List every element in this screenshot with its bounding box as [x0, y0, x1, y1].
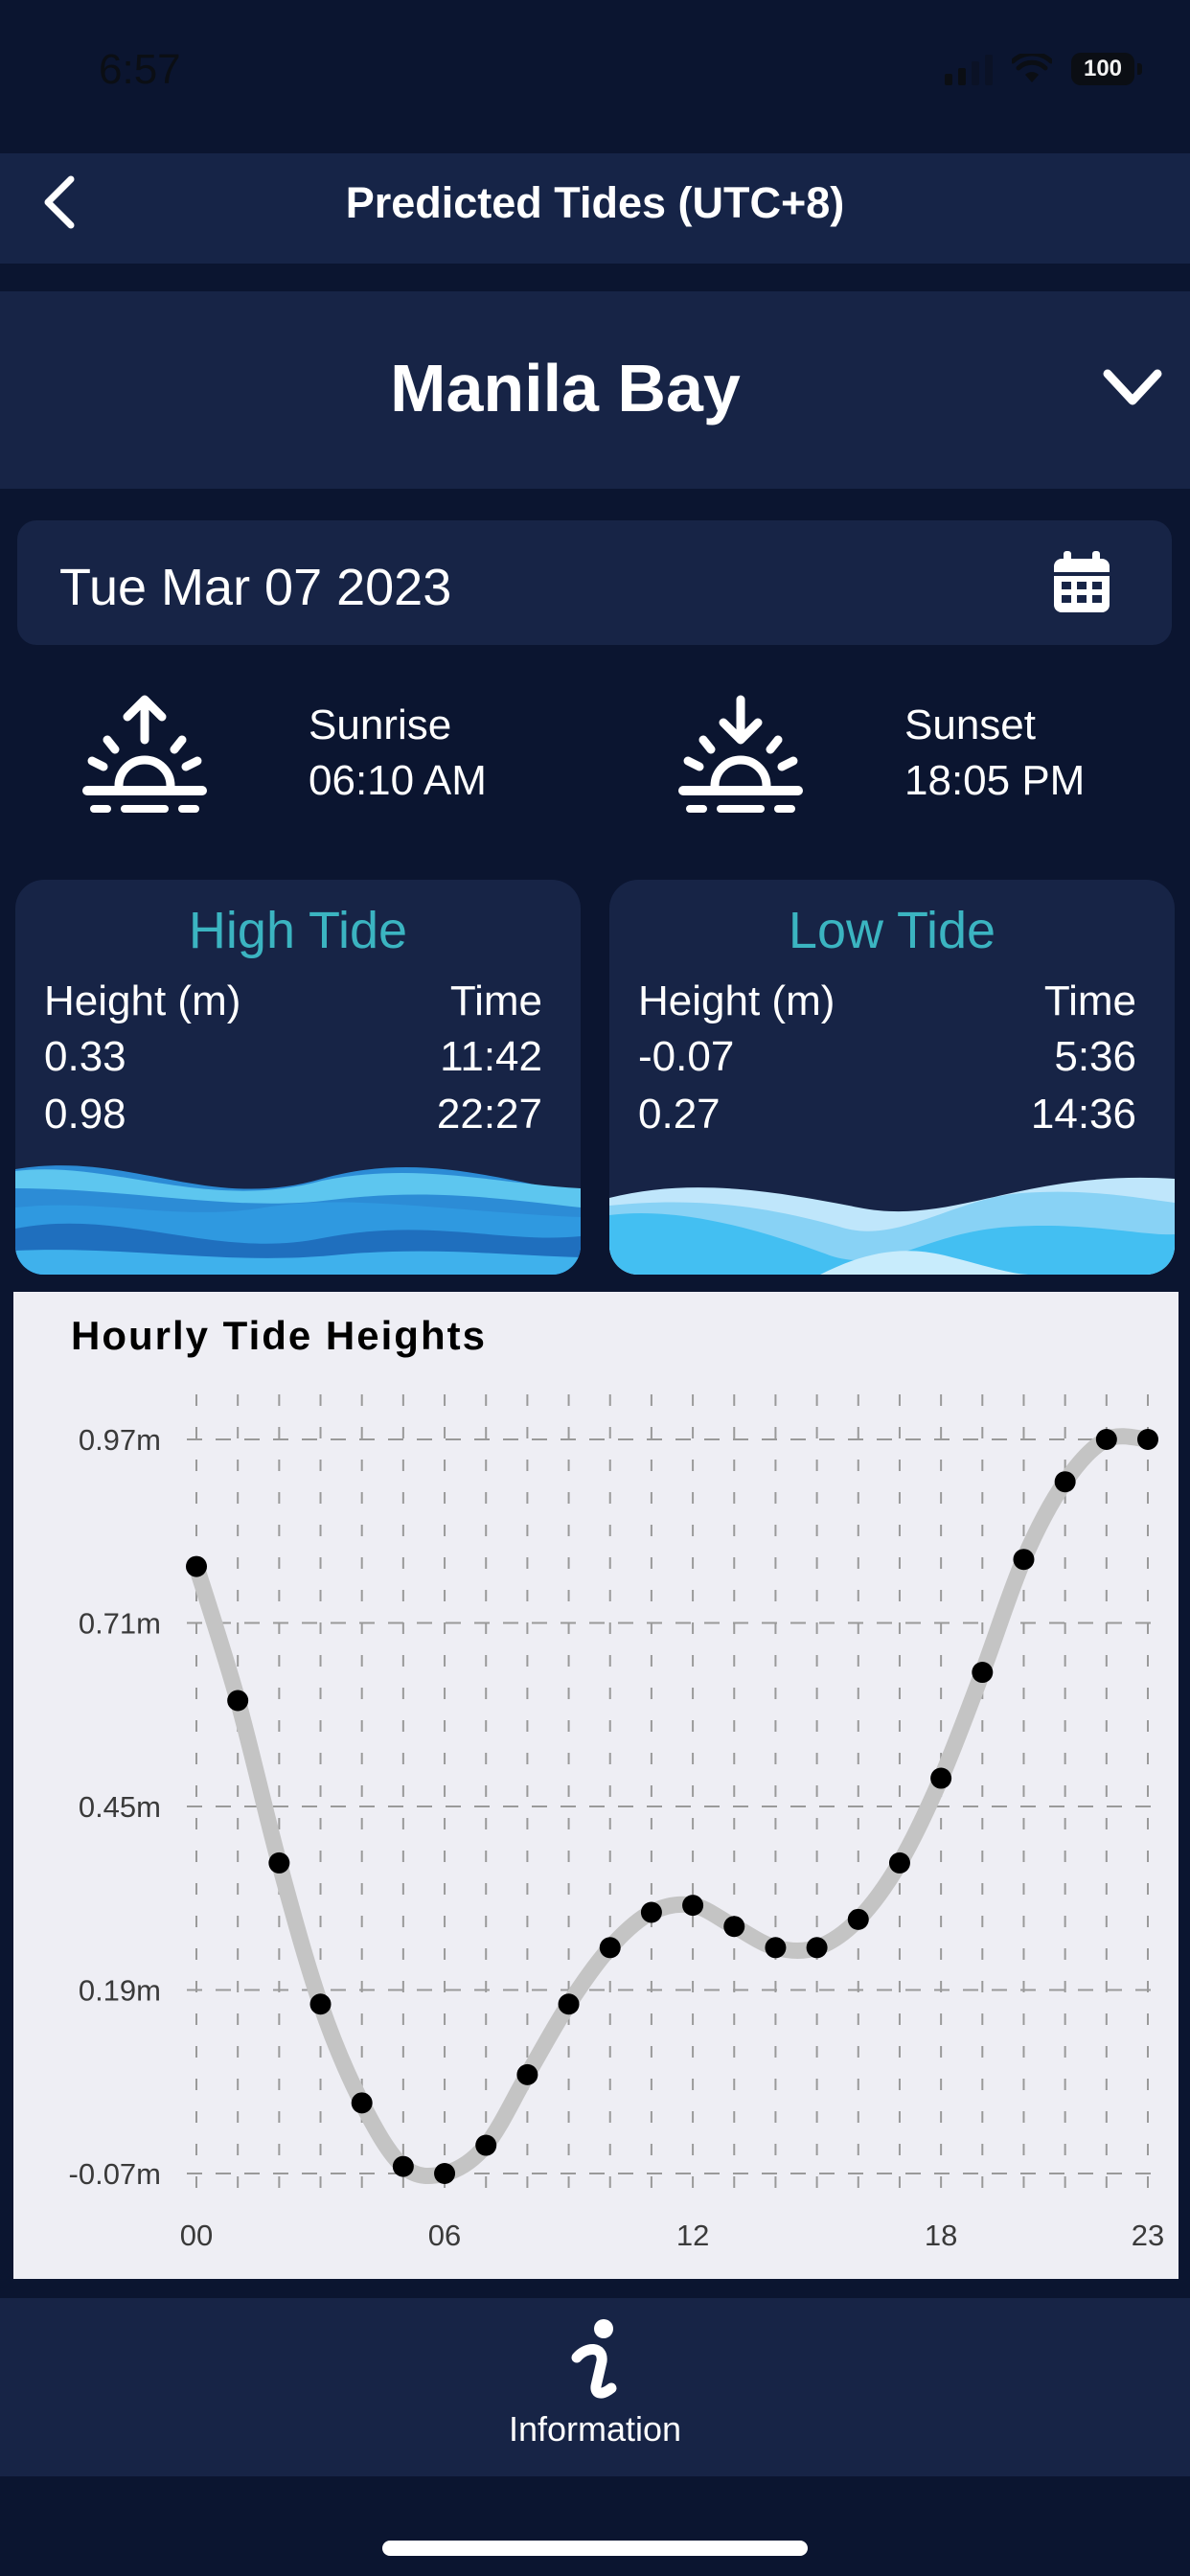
data-point — [806, 1937, 828, 1959]
data-point — [268, 1852, 290, 1874]
data-point — [723, 1916, 745, 1938]
low-tide-card: Low Tide Height (m) Time -0.07 5:36 0.27… — [609, 880, 1175, 1275]
high-tide-height-header: Height (m) — [44, 978, 241, 1024]
wave-graphic — [609, 1177, 1175, 1275]
y-tick-label: 0.45m — [79, 1790, 161, 1824]
sunrise-label: Sunrise — [309, 702, 452, 748]
information-icon — [571, 2319, 617, 2399]
chart-y-ticks: 0.97m 0.71m 0.45m 0.19m -0.07m — [69, 1423, 161, 2191]
low-tide-height: -0.07 — [638, 1033, 735, 1080]
wifi-icon — [1012, 54, 1052, 82]
high-tide-card: High Tide Height (m) Time 0.33 11:42 0.9… — [15, 880, 581, 1275]
hourly-tide-chart: 0.97m 0.71m 0.45m 0.19m -0.07m 00 06 12 18 23 — [69, 1394, 1164, 2252]
data-point — [847, 1908, 869, 1930]
data-point — [434, 2163, 456, 2184]
data-point — [682, 1895, 704, 1917]
sunrise-time: 06:10 AM — [309, 757, 487, 804]
high-tide-height: 0.98 — [44, 1091, 126, 1138]
sunset-label: Sunset — [904, 702, 1036, 748]
x-tick-label: 06 — [428, 2219, 461, 2252]
x-tick-label: 18 — [925, 2219, 957, 2252]
data-point — [1013, 1549, 1035, 1571]
low-tide-height-header: Height (m) — [638, 978, 835, 1024]
data-point — [599, 1937, 621, 1959]
data-point — [640, 1901, 662, 1923]
data-point — [1095, 1429, 1117, 1450]
data-point — [309, 1993, 332, 2015]
status-indicators: 100 — [945, 50, 1142, 88]
sunset-icon — [678, 695, 803, 813]
chart-title: Hourly Tide Heights — [71, 1313, 487, 1358]
chevron-down-icon[interactable] — [1102, 364, 1163, 412]
high-tide-time: 11:42 — [440, 1033, 542, 1080]
chart-x-ticks: 00 06 12 18 23 — [180, 2219, 1164, 2252]
page-title: Predicted Tides (UTC+8) — [345, 178, 845, 227]
chart-grid-horizontal — [187, 1438, 1155, 2174]
wave-graphic — [15, 1165, 581, 1275]
data-point — [558, 1993, 580, 2015]
high-tide-time: 22:27 — [436, 1091, 542, 1138]
data-point — [516, 2063, 538, 2085]
data-point — [888, 1852, 910, 1874]
cellular-signal-icon — [945, 53, 993, 85]
home-indicator — [382, 2541, 808, 2556]
y-tick-label: -0.07m — [69, 2157, 161, 2191]
status-time: 6:57 — [99, 46, 181, 93]
data-point — [392, 2155, 414, 2177]
y-tick-label: 0.71m — [79, 1607, 161, 1641]
low-tide-time-header: Time — [1043, 978, 1136, 1024]
y-tick-label: 0.97m — [79, 1423, 161, 1457]
data-point — [765, 1937, 787, 1959]
high-tide-time-header: Time — [449, 978, 542, 1024]
data-point — [351, 2092, 373, 2114]
battery-icon: 100 — [1071, 53, 1142, 85]
high-tide-height: 0.33 — [44, 1033, 126, 1080]
sunrise-icon — [82, 695, 207, 813]
high-tide-title: High Tide — [188, 902, 408, 959]
low-tide-time: 5:36 — [1054, 1033, 1136, 1080]
data-point — [1137, 1429, 1158, 1450]
data-point — [475, 2134, 497, 2156]
data-point — [227, 1690, 249, 1712]
low-tide-title: Low Tide — [788, 902, 996, 959]
x-tick-label: 12 — [676, 2219, 709, 2252]
y-tick-label: 0.19m — [79, 1974, 161, 2008]
data-point — [186, 1555, 207, 1577]
sunset-time: 18:05 PM — [904, 757, 1086, 804]
date-value: Tue Mar 07 2023 — [59, 559, 452, 616]
data-point — [1054, 1471, 1076, 1493]
low-tide-height: 0.27 — [638, 1091, 721, 1138]
low-tide-time: 14:36 — [1030, 1091, 1136, 1138]
data-point — [930, 1767, 952, 1789]
information-tab-label: Information — [508, 2409, 682, 2449]
calendar-icon[interactable] — [1052, 551, 1111, 614]
x-tick-label: 00 — [180, 2219, 213, 2252]
location-name: Manila Bay — [390, 351, 741, 426]
data-point — [972, 1662, 994, 1684]
x-tick-label: 23 — [1132, 2219, 1164, 2252]
